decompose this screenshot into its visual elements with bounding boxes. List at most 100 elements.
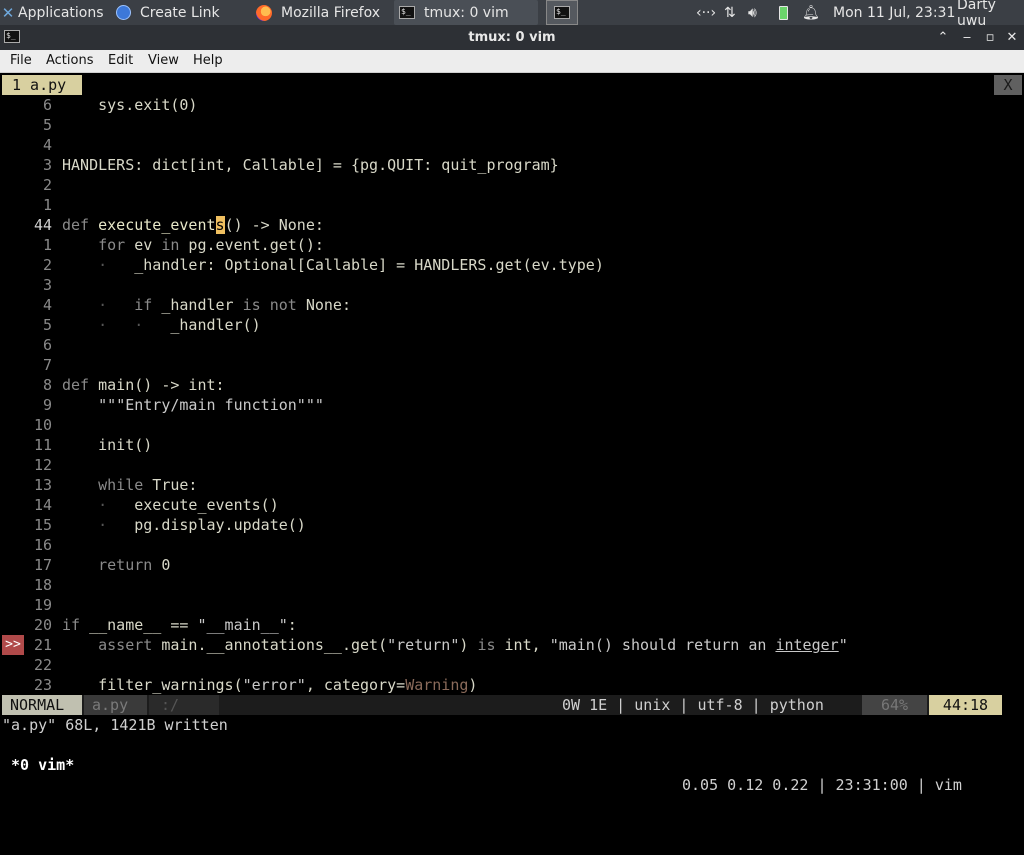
code-line[interactable]: 1	[2, 195, 1022, 215]
cursor: s	[215, 216, 225, 234]
close-icon[interactable]: ✕	[1001, 25, 1023, 50]
task-create-link[interactable]: Create Link	[112, 0, 250, 25]
status-position: 44:18	[929, 695, 1002, 715]
code-line[interactable]: 4	[2, 135, 1022, 155]
code-text: sys.exit(0)	[62, 96, 198, 114]
code-line[interactable]: 18	[2, 575, 1022, 595]
line-number: 22	[33, 656, 52, 674]
code-line[interactable]: 6 sys.exit(0)	[2, 95, 1022, 115]
code-line[interactable]: 2	[2, 175, 1022, 195]
code-line[interactable]: 12	[2, 455, 1022, 475]
globe-icon	[116, 5, 131, 20]
line-number: 6	[42, 96, 52, 114]
task-label: tmux: 0 vim	[424, 4, 509, 21]
code-line[interactable]: 11 init()	[2, 435, 1022, 455]
terminal-icon: $_	[554, 6, 570, 19]
line-number: 8	[42, 376, 52, 394]
code-text: · _handler: Optional[Callable] = HANDLER…	[98, 256, 604, 274]
maximize-icon[interactable]: ▫	[979, 25, 1001, 50]
transfer-arrows-icon[interactable]: ⇅	[724, 0, 736, 25]
code-text: · if _handler is not None:	[98, 296, 351, 314]
code-line[interactable]: 23 filter_warnings("error", category=War…	[2, 675, 1022, 695]
error-sign: >>	[2, 635, 24, 655]
tab-a-py[interactable]: 1 a.py	[2, 75, 82, 95]
menu-help[interactable]: Help	[193, 53, 223, 68]
tmux-window-tab[interactable]: *0 vim*	[2, 755, 74, 775]
battery-icon[interactable]	[779, 0, 788, 25]
code-line[interactable]: 10	[2, 415, 1022, 435]
mode-indicator: NORMAL	[2, 695, 82, 715]
tab-close-button[interactable]: X	[994, 75, 1022, 95]
minimize-icon[interactable]: ‒	[956, 25, 978, 50]
window-title: tmux: 0 vim	[468, 30, 556, 45]
terminal-area[interactable]: 1 a.py X 6 sys.exit(0) 5 4 3 HANDLERS: dict[…	[2, 75, 1022, 794]
tmux-statusbar: *0 vim* 0.05 0.12 0.22 | 23:31:00 | vim	[2, 735, 1022, 794]
line-number: 1	[42, 236, 52, 254]
task-firefox[interactable]: Mozilla Firefox	[252, 0, 392, 25]
code-line[interactable]: 16	[2, 535, 1022, 555]
window-titlebar[interactable]: $_ tmux: 0 vim ⌃ ‒ ▫ ✕	[0, 25, 1024, 50]
code-line[interactable]: 5 · · _handler()	[2, 315, 1022, 335]
code-line[interactable]: 7	[2, 355, 1022, 375]
line-number: 44	[33, 216, 52, 234]
network-icon[interactable]: ‹··›	[696, 0, 716, 25]
line-number: 18	[33, 576, 52, 594]
status-path: :/	[149, 695, 219, 715]
task-label: Mozilla Firefox	[281, 4, 381, 21]
code-text: init()	[62, 436, 153, 454]
line-number: 5	[42, 116, 52, 134]
code-text: filter_warnings("error", category=Warnin…	[62, 676, 478, 694]
code-line[interactable]: 4 · if _handler is not None:	[2, 295, 1022, 315]
code-line[interactable]: 3 HANDLERS: dict[int, Callable] = {pg.QUI…	[2, 155, 1022, 175]
menu-actions[interactable]: Actions	[46, 53, 94, 68]
line-number: 11	[33, 436, 52, 454]
task-tmux[interactable]: $_ tmux: 0 vim	[394, 0, 538, 25]
code-line[interactable]: 6	[2, 335, 1022, 355]
shade-icon[interactable]: ⌃	[932, 25, 954, 50]
code-line[interactable]: 5	[2, 115, 1022, 135]
code-line[interactable]: 14 · execute_events()	[2, 495, 1022, 515]
code-line[interactable]: 17 return 0	[2, 555, 1022, 575]
vim-cmdline[interactable]: "a.py" 68L, 1421B written	[2, 715, 1022, 735]
code-text: · · _handler()	[98, 316, 261, 334]
code-line[interactable]: 2 · _handler: Optional[Callable] = HANDL…	[2, 255, 1022, 275]
notification-bell-icon[interactable]: 🔔︎	[802, 0, 820, 25]
clock[interactable]: Mon 11 Jul, 23:31	[833, 0, 955, 25]
line-number: 16	[33, 536, 52, 554]
line-number: 13	[33, 476, 52, 494]
code-line[interactable]: 20 if __name__ == "__main__":	[2, 615, 1022, 635]
code-text: def execute_events() -> None:	[62, 216, 324, 234]
applications-menu[interactable]: ✕ Applications	[0, 0, 110, 25]
line-number: 12	[33, 456, 52, 474]
code-text: for ev in pg.event.get():	[98, 236, 324, 254]
applications-label: Applications	[18, 4, 104, 21]
code-line[interactable]: 8 def main() -> int:	[2, 375, 1022, 395]
code-line[interactable]: 44 def execute_events() -> None:	[2, 215, 1022, 235]
line-number: 4	[42, 296, 52, 314]
menu-file[interactable]: File	[10, 53, 32, 68]
line-number: 9	[42, 396, 52, 414]
menu-view[interactable]: View	[148, 53, 179, 68]
status-filename: a.py	[84, 695, 147, 715]
code-line[interactable]: 13 while True:	[2, 475, 1022, 495]
workspace-button[interactable]: $_	[546, 0, 578, 25]
line-number: 23	[33, 676, 52, 694]
code-line[interactable]: 19	[2, 595, 1022, 615]
code-line[interactable]: 21 assert main.__annotations__.get("retu…	[2, 635, 1022, 655]
line-number: 5	[42, 316, 52, 334]
menu-edit[interactable]: Edit	[108, 53, 133, 68]
terminal-icon: $_	[399, 6, 415, 19]
code-line[interactable]: 1 for ev in pg.event.get():	[2, 235, 1022, 255]
user-menu[interactable]: Darty uwu	[957, 0, 1024, 29]
xfce-logo-icon: ✕	[1, 3, 15, 22]
code-line[interactable]: 22	[2, 655, 1022, 675]
line-number: 17	[33, 556, 52, 574]
status-fileinfo: 0W 1E | unix | utf-8 | python	[562, 696, 824, 714]
code-line[interactable]: 15 · pg.display.update()	[2, 515, 1022, 535]
code-line[interactable]: 9 """Entry/main function"""	[2, 395, 1022, 415]
line-number: 19	[33, 596, 52, 614]
line-number: 2	[42, 256, 52, 274]
volume-icon[interactable]: 🔊︎	[748, 0, 757, 25]
line-number: 10	[33, 416, 52, 434]
code-line[interactable]: 3	[2, 275, 1022, 295]
